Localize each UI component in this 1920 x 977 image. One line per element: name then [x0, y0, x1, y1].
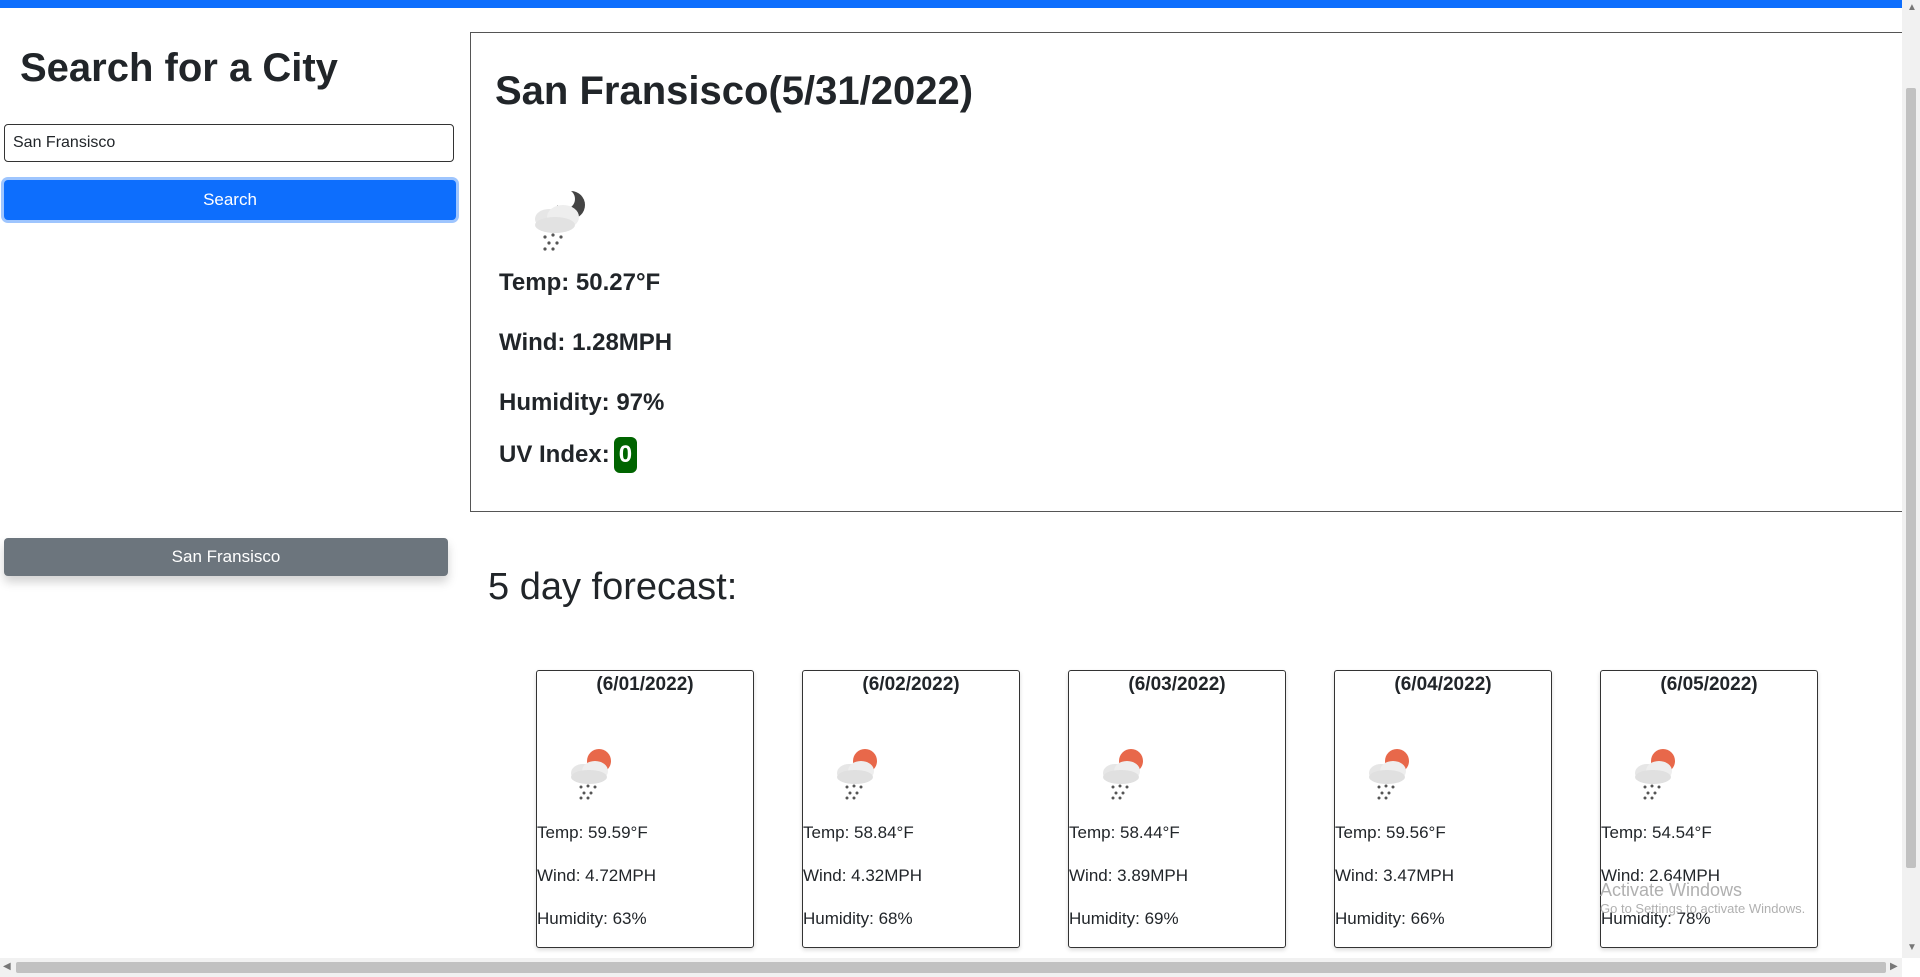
- forecast-humidity: Humidity: 66%: [1335, 909, 1445, 928]
- top-accent-bar: [0, 0, 1920, 8]
- snow-day-icon: [837, 749, 877, 800]
- forecast-temp: Temp: 58.44°F: [1069, 823, 1180, 842]
- forecast-wind: Wind: 3.89MPH: [1069, 866, 1189, 885]
- snow-day-icon: [1369, 749, 1409, 800]
- scroll-down-arrow-icon[interactable]: ▼: [1907, 942, 1917, 953]
- current-city-title: San Fransisco(5/31/2022): [495, 69, 974, 113]
- forecast-date: (6/03/2022): [1128, 674, 1226, 695]
- scroll-left-arrow-icon[interactable]: ◀: [3, 961, 11, 972]
- forecast-date: (6/04/2022): [1394, 674, 1492, 695]
- watermark-title: Activate Windows: [1600, 880, 1743, 900]
- forecast-temp: Temp: 59.56°F: [1335, 823, 1446, 842]
- snow-day-icon: [571, 749, 611, 800]
- current-wind: Wind: 1.28MPH: [499, 329, 673, 356]
- snow-night-icon: [535, 189, 585, 251]
- history-button-san-fransisco[interactable]: San Fransisco: [4, 538, 448, 576]
- vertical-scroll-thumb[interactable]: [1906, 88, 1916, 868]
- scroll-up-arrow-icon[interactable]: ▲: [1907, 2, 1917, 13]
- watermark-subtitle: Go to Settings to activate Windows.: [1600, 901, 1806, 916]
- forecast-humidity: Humidity: 63%: [537, 909, 647, 928]
- forecast-humidity: Humidity: 68%: [803, 909, 913, 928]
- forecast-humidity: Humidity: 69%: [1069, 909, 1179, 928]
- activate-windows-watermark: Activate Windows Go to Settings to activ…: [1600, 880, 1805, 916]
- sidebar: Search for a City Search San Fransisco: [0, 8, 460, 958]
- forecast-card: (6/01/2022) Temp: 59.59°F Wind: 4.72MPH …: [536, 670, 754, 948]
- scroll-right-arrow-icon[interactable]: ▶: [1890, 961, 1898, 972]
- horizontal-scrollbar[interactable]: ◀ ▶: [0, 958, 1902, 977]
- current-temp: Temp: 50.27°F: [499, 269, 661, 296]
- forecast-card: (6/03/2022) Temp: 58.44°F Wind: 3.89MPH …: [1068, 670, 1286, 948]
- uv-label: UV Index:: [499, 441, 610, 468]
- vertical-scrollbar[interactable]: ▲ ▼: [1902, 0, 1920, 958]
- snow-day-icon: [1635, 749, 1675, 800]
- forecast-date: (6/02/2022): [862, 674, 960, 695]
- search-heading: Search for a City: [20, 46, 338, 90]
- forecast-wind: Wind: 4.72MPH: [537, 866, 657, 885]
- forecast-card: (6/02/2022) Temp: 58.84°F Wind: 4.32MPH …: [802, 670, 1020, 948]
- forecast-date: (6/01/2022): [596, 674, 694, 695]
- forecast-temp: Temp: 59.59°F: [537, 823, 648, 842]
- current-humidity: Humidity: 97%: [499, 389, 665, 416]
- forecast-wind: Wind: 4.32MPH: [803, 866, 923, 885]
- forecast-date: (6/05/2022): [1660, 674, 1758, 695]
- horizontal-scroll-thumb[interactable]: [16, 962, 1886, 973]
- forecast-temp: Temp: 58.84°F: [803, 823, 914, 842]
- forecast-wind: Wind: 3.47MPH: [1335, 866, 1455, 885]
- snow-day-icon: [1103, 749, 1143, 800]
- forecast-temp: Temp: 54.54°F: [1601, 823, 1712, 842]
- city-search-input[interactable]: [4, 124, 454, 162]
- uv-badge: 0: [613, 437, 638, 473]
- search-button[interactable]: Search: [4, 180, 456, 220]
- forecast-heading: 5 day forecast:: [488, 566, 738, 608]
- forecast-card: (6/04/2022) Temp: 59.56°F Wind: 3.47MPH …: [1334, 670, 1552, 948]
- current-weather-panel: San Fransisco(5/31/2022) Temp: 50.27°F W…: [470, 32, 1910, 512]
- current-uv: UV Index: 0: [499, 437, 638, 473]
